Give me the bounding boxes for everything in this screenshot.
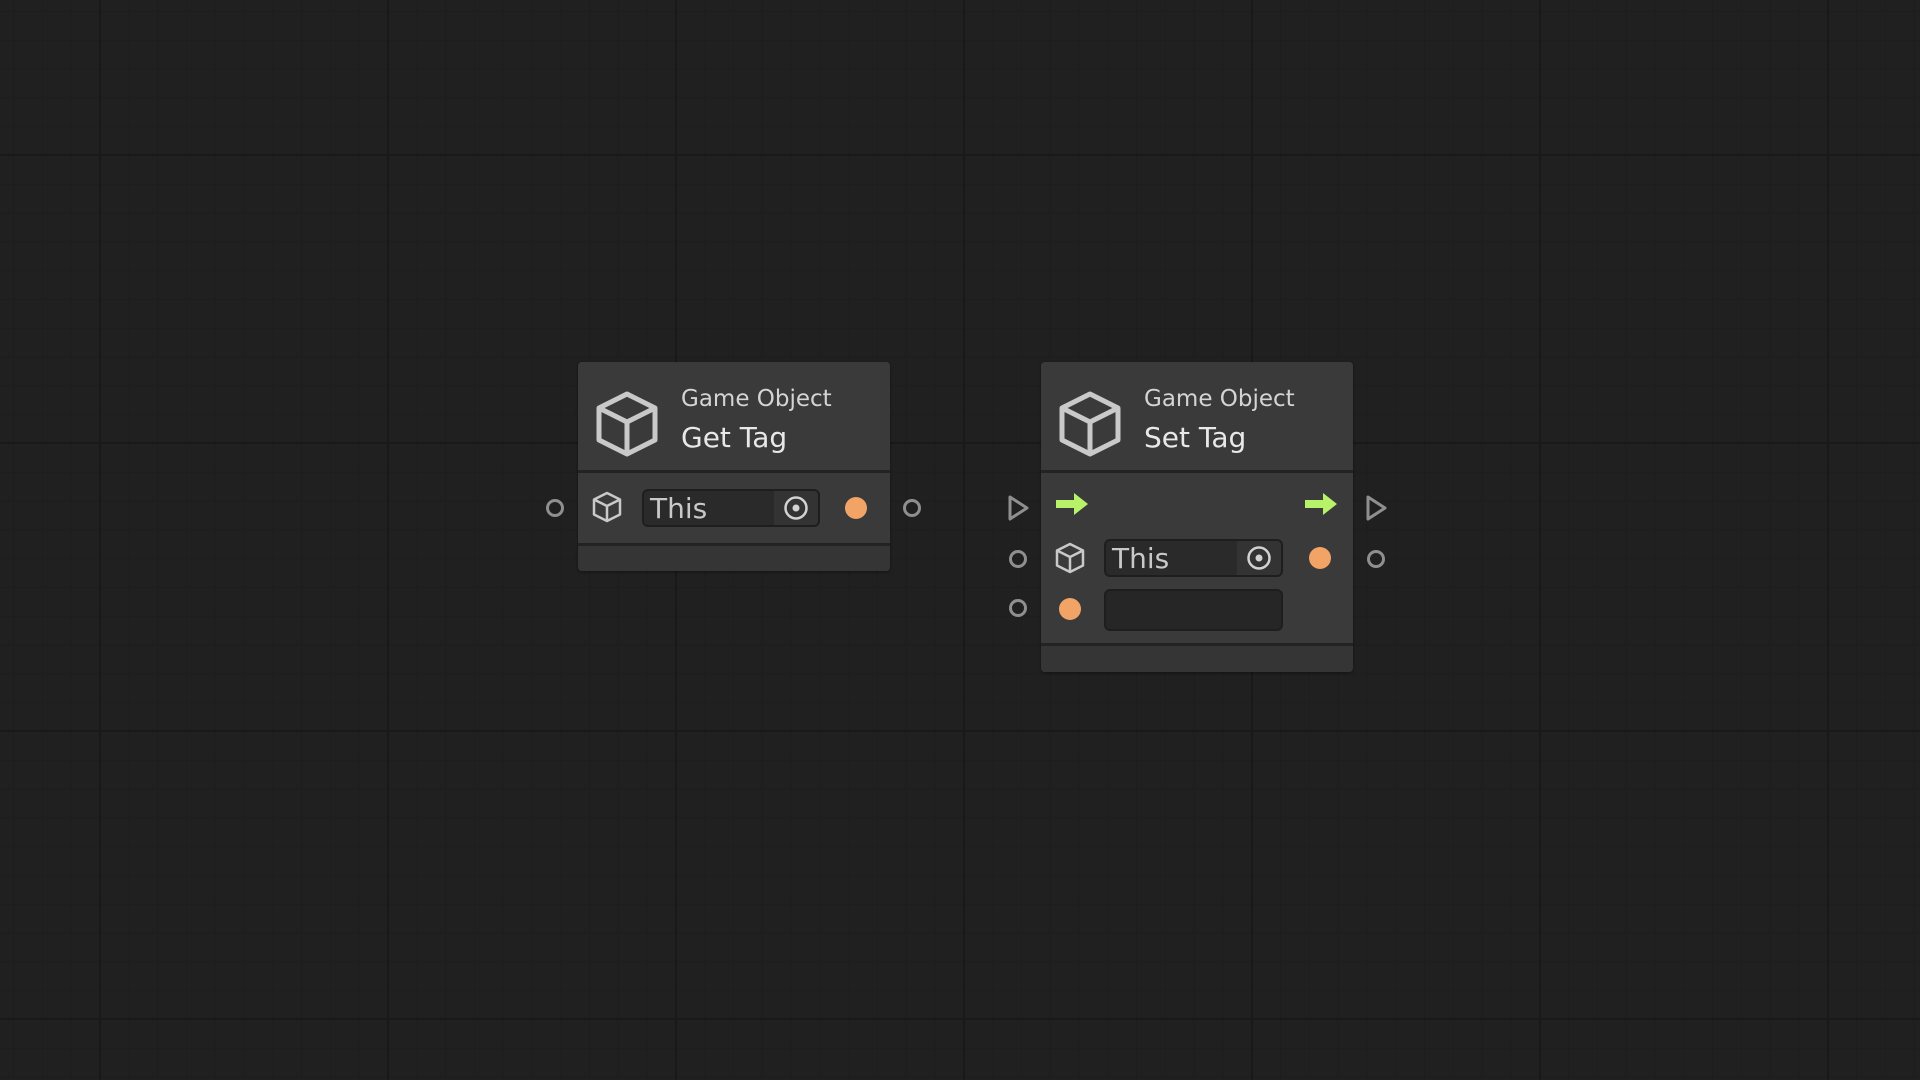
node-body: This — [1041, 473, 1353, 643]
object-picker-button[interactable] — [1237, 541, 1281, 575]
node-footer — [578, 546, 890, 571]
cube-icon — [590, 490, 624, 524]
value-output-dot — [845, 497, 867, 519]
get-tag-input-port[interactable] — [546, 499, 564, 517]
this-object-field[interactable]: This — [1104, 539, 1283, 577]
node-footer — [1041, 646, 1353, 672]
set-tag-tag-input-port[interactable] — [1009, 599, 1027, 617]
this-object-field[interactable]: This — [642, 489, 820, 527]
object-picker-button[interactable] — [774, 491, 818, 525]
flow-out-arrow-icon — [1304, 492, 1338, 516]
node-category: Game Object — [1144, 386, 1295, 412]
target-icon — [1246, 545, 1272, 571]
node-header: Game Object Set Tag — [1041, 362, 1353, 470]
node-body: This — [578, 473, 890, 543]
graph-canvas[interactable]: Game Object Get Tag This Game Object Set… — [0, 0, 1920, 1080]
cube-icon — [594, 390, 660, 458]
tag-input-dot — [1059, 598, 1081, 620]
field-value: This — [650, 492, 708, 525]
tag-text-field[interactable] — [1104, 589, 1283, 631]
field-value: This — [1112, 542, 1170, 575]
node-category: Game Object — [681, 386, 832, 412]
flow-in-arrow-icon — [1055, 492, 1089, 516]
target-icon — [783, 495, 809, 521]
node-header: Game Object Get Tag — [578, 362, 890, 470]
cube-icon — [1057, 390, 1123, 458]
node-get-tag[interactable]: Game Object Get Tag This — [578, 362, 890, 571]
set-tag-output-port[interactable] — [1367, 550, 1385, 568]
get-tag-output-port[interactable] — [903, 499, 921, 517]
value-output-dot — [1309, 547, 1331, 569]
set-tag-flow-input-port[interactable] — [1006, 494, 1030, 522]
node-title: Set Tag — [1144, 421, 1247, 454]
cube-icon — [1053, 541, 1087, 575]
node-title: Get Tag — [681, 421, 788, 454]
set-tag-target-input-port[interactable] — [1009, 550, 1027, 568]
set-tag-flow-output-port[interactable] — [1364, 494, 1388, 522]
node-set-tag[interactable]: Game Object Set Tag This — [1041, 362, 1353, 672]
